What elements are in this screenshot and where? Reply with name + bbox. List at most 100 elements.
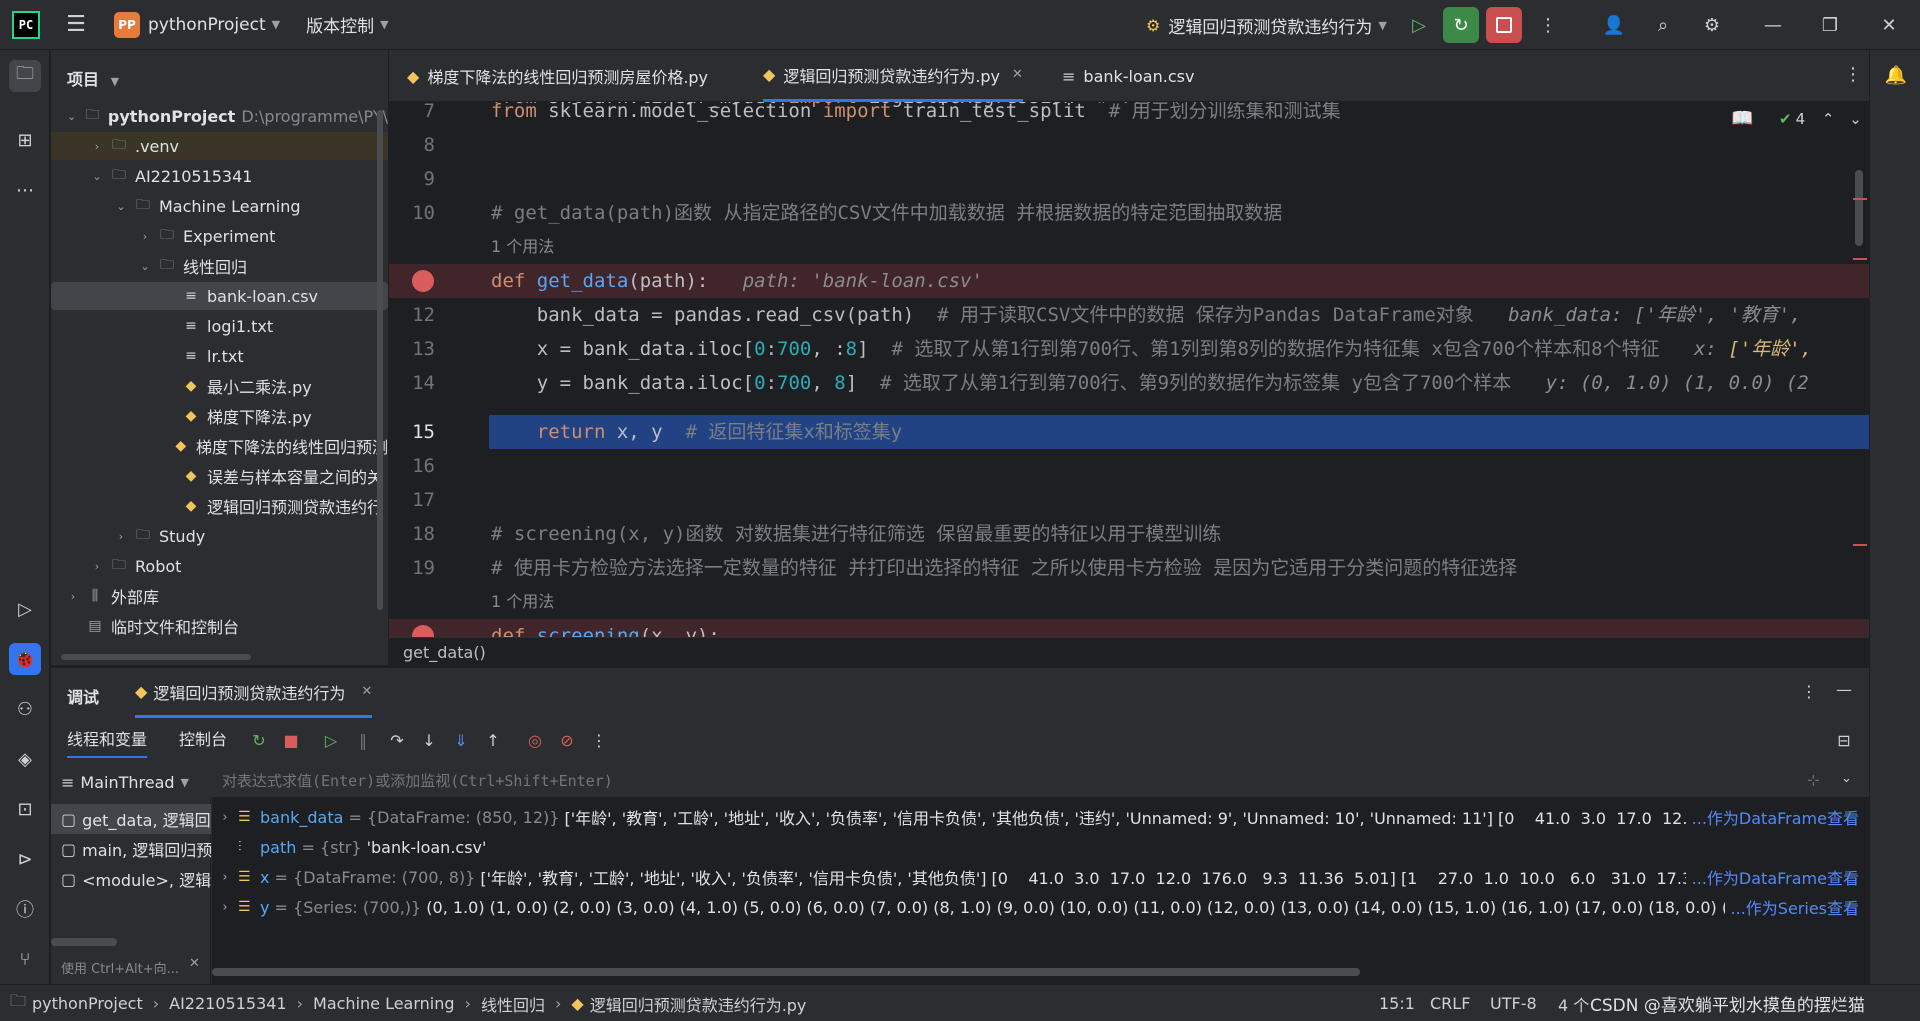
chevron-down-icon[interactable]: ⌄ (113, 200, 129, 213)
run-icon[interactable]: ▷ (9, 593, 41, 625)
variables-hscrollbar[interactable] (212, 968, 1360, 976)
tree-item[interactable]: ⌄ 🗀 Machine Learning (51, 192, 388, 220)
tree-item[interactable]: › 🗀 .venv (51, 132, 388, 160)
variable-row[interactable]: ⫶ path = {str} 'bank-loan.csv' (212, 832, 1869, 862)
tree-item[interactable]: ◆ 梯度下降法.py (51, 402, 388, 430)
resume-icon[interactable]: ▷ (319, 728, 343, 752)
tree-item[interactable]: › 🗀 Robot (51, 552, 388, 580)
stack-frame[interactable]: ▢ <module>, 逻辑回 (51, 864, 211, 894)
tree-item[interactable]: ▤ 临时文件和控制台 (51, 612, 388, 640)
restore-icon[interactable]: ❐ (1812, 7, 1848, 43)
notifications-bell-icon[interactable]: 🔔 (1881, 60, 1911, 90)
problems-icon[interactable]: ⓘ (9, 893, 41, 925)
add-watch-icon[interactable]: ⊹ (1807, 771, 1820, 789)
subtab-threads-variables[interactable]: 线程和变量 (67, 726, 148, 758)
debug-bug-icon[interactable]: 🐞 (9, 643, 41, 675)
structure-icon[interactable]: ⊞ (9, 124, 41, 156)
step-over-icon[interactable]: ↷ (385, 728, 409, 752)
rerun-icon[interactable]: ↻ (247, 728, 271, 752)
usage-hint[interactable]: 1 个用法 (491, 230, 554, 264)
breadcrumb-item[interactable]: AI2210515341 (169, 994, 286, 1013)
tree-item[interactable]: ⌄ 🗀 AI2210515341 (51, 162, 388, 190)
eval-history-icon[interactable]: ⌄ (1841, 771, 1852, 786)
variable-row[interactable]: › ☰ x = {DataFrame: (700, 8)} ['年龄', '教育',… (212, 862, 1869, 892)
stop-icon[interactable]: ■ (279, 728, 303, 752)
search-icon[interactable]: ⌕ (1645, 7, 1681, 43)
vcs-menu[interactable]: 版本控制 ▼ (306, 12, 388, 37)
tree-item[interactable]: › ⫼ 外部库 (51, 582, 388, 610)
chevron-down-icon[interactable]: ⌄ (137, 260, 153, 273)
tree-item[interactable]: ≡ bank-loan.csv (51, 282, 388, 310)
subtab-console[interactable]: 控制台 (179, 726, 227, 750)
error-stripe-mark[interactable] (1853, 258, 1867, 260)
resume-program-button[interactable]: ▷ (1401, 7, 1437, 43)
view-as-link[interactable]: ...作为DataFrame查看 (1685, 805, 1859, 829)
more-tools-icon[interactable]: ⋯ (9, 174, 41, 206)
tree-item[interactable]: ◆ 最小二乘法.py (51, 372, 388, 400)
editor-breadcrumb[interactable]: get_data() (389, 637, 1869, 667)
caret-position[interactable]: 15:1 (1379, 985, 1415, 1021)
tab-gradient-descent-house[interactable]: ◆ 梯度下降法的线性回归预测房屋价格.py (407, 50, 708, 102)
project-folder-icon[interactable]: 🗀 (9, 60, 41, 92)
hide-panel-icon[interactable]: — (1836, 680, 1852, 699)
breadcrumb-item[interactable]: 逻辑回归预测贷款违约行为.py (590, 992, 807, 1016)
debug-more-icon[interactable]: ⋮ (1801, 682, 1817, 701)
tab-more-icon[interactable]: ⋮ (1844, 64, 1862, 85)
line-separator[interactable]: CRLF (1430, 985, 1470, 1021)
add-user-icon[interactable]: 👤 (1596, 7, 1632, 43)
pause-icon[interactable]: ‖ (351, 728, 375, 752)
breadcrumb-item[interactable]: 线性回归 (481, 992, 545, 1016)
rerun-debug-button[interactable]: ↻ (1443, 7, 1479, 43)
chevron-right-icon[interactable]: › (212, 900, 238, 915)
chevron-right-icon[interactable]: › (212, 870, 238, 885)
chevron-right-icon[interactable]: › (113, 530, 129, 543)
chevron-down-icon[interactable]: ⌄ (89, 170, 105, 183)
close-tab-icon[interactable]: ✕ (1012, 67, 1023, 82)
debug-panel-title[interactable]: 调试 (67, 684, 99, 708)
tree-item[interactable]: ◆ 逻辑回归预测贷款违约行 (51, 492, 388, 520)
chevron-right-icon[interactable]: › (65, 590, 81, 603)
git-icon[interactable]: ⑂ (9, 943, 41, 975)
tree-item[interactable]: ≡ logi1.txt (51, 312, 388, 340)
services-icon[interactable]: ⊳ (9, 843, 41, 875)
chevron-right-icon[interactable]: › (89, 560, 105, 573)
evaluate-expression-input[interactable] (212, 764, 1869, 798)
breakpoint-icon[interactable] (412, 270, 434, 292)
breadcrumb-item[interactable]: pythonProject (32, 994, 143, 1013)
tree-item[interactable]: ⌄ 🗀 线性回归 (51, 252, 388, 280)
tree-item[interactable]: ◆ 梯度下降法的线性回归预测 (51, 432, 388, 460)
close-icon[interactable]: ✕ (1871, 7, 1907, 43)
debug-session-tab[interactable]: ◆ 逻辑回归预测贷款违约行为 ✕ (135, 668, 373, 718)
project-switcher[interactable]: PP pythonProject ▼ (114, 11, 280, 38)
breadcrumb-item[interactable]: Machine Learning (313, 994, 455, 1013)
code-editor[interactable]: from sklearn.linear_model import Logisti… (389, 102, 1869, 637)
debug-toolbar-more-icon[interactable]: ⋮ (587, 728, 611, 752)
file-encoding[interactable]: UTF-8 (1490, 985, 1537, 1021)
layout-settings-icon[interactable]: ⊟ (1832, 728, 1856, 752)
tab-logistic-regression[interactable]: ◆ 逻辑回归预测贷款违约行为.py ✕ (763, 50, 1023, 102)
stop-button[interactable] (1486, 7, 1522, 43)
frames-scrollbar[interactable] (51, 938, 117, 946)
main-menu-icon[interactable]: ☰ (54, 3, 98, 47)
step-into-icon[interactable]: ↓ (417, 728, 441, 752)
mute-breakpoints-icon[interactable]: ⊘ (555, 728, 579, 752)
variable-row[interactable]: › ☰ bank_data = {DataFrame: (850, 12)} ['年… (212, 802, 1869, 832)
thread-selector[interactable]: ≡ MainThread ▼ (61, 770, 189, 794)
tab-bank-loan-csv[interactable]: ≡ bank-loan.csv (1062, 50, 1194, 102)
chevron-right-icon[interactable]: › (137, 230, 153, 243)
chevron-down-icon[interactable]: ⌄ (64, 110, 79, 123)
view-as-link[interactable]: ...作为DataFrame查看 (1685, 865, 1859, 889)
more-actions-icon[interactable]: ⋮ (1530, 7, 1566, 43)
close-tab-icon[interactable]: ✕ (361, 684, 372, 699)
minimize-icon[interactable]: — (1755, 7, 1791, 43)
run-config-selector[interactable]: ⚙ 逻辑回归预测贷款违约行为 ▼ (1146, 0, 1387, 50)
indent-setting[interactable]: 4 个 (1558, 985, 1589, 1021)
tree-item[interactable]: ⌄ 🗀 pythonProject D:\programme\PY\ (51, 102, 388, 130)
tree-item[interactable]: ≡ lr.txt (51, 342, 388, 370)
close-hint-icon[interactable]: ✕ (189, 956, 200, 971)
step-into-my-code-icon[interactable]: ⇓ (449, 728, 473, 752)
editor-scrollbar[interactable] (1855, 170, 1863, 246)
tree-item[interactable]: › 🗀 Study (51, 522, 388, 550)
pycharm-logo-icon[interactable]: PC (12, 10, 40, 39)
stack-frame[interactable]: ▢ main, 逻辑回归预 (51, 834, 211, 864)
